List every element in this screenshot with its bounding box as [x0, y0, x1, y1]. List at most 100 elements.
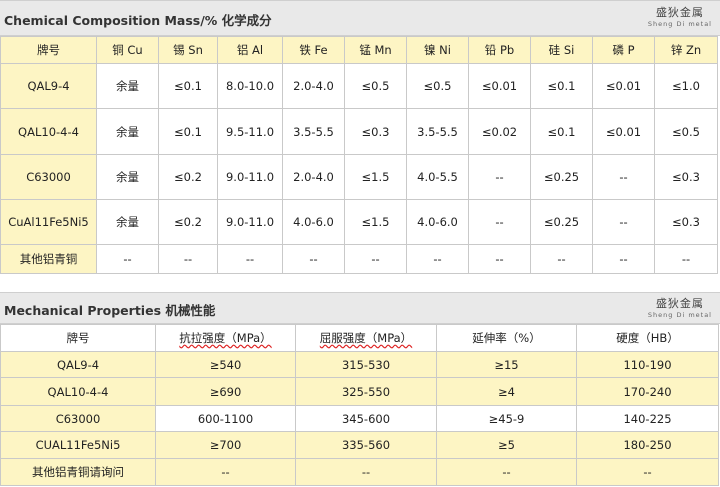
- table-cell: --: [155, 458, 296, 486]
- table-row: CUAL11Fe5Ni5 ≥700 335-560 ≥5 180-250: [0, 431, 719, 459]
- table-cell: 4.0-6.0: [282, 199, 345, 245]
- table-cell: ≤0.1: [158, 108, 218, 155]
- table-cell: --: [158, 244, 218, 274]
- col-header-grade: 牌号: [0, 36, 97, 64]
- table-cell: 170-240: [576, 377, 719, 406]
- brand-logo: 盛狄金属 Sheng Di metal: [648, 295, 712, 319]
- table-cell: 180-250: [576, 431, 719, 459]
- mechanical-header-row: 牌号 抗拉强度（MPa） 屈服强度（MPa） 延伸率（%） 硬度（HB）: [0, 324, 719, 352]
- col-header-elongation: 延伸率（%）: [436, 324, 577, 352]
- table-cell: ≤0.01: [592, 108, 655, 155]
- table-cell: 4.0-5.5: [406, 154, 469, 200]
- table-cell: --: [295, 458, 437, 486]
- col-header-p: 磷 P: [592, 36, 655, 64]
- col-header-fe: 铁 Fe: [282, 36, 345, 64]
- header-text: 屈服强度（MPa）: [319, 331, 413, 345]
- table-cell: --: [96, 244, 159, 274]
- table-cell: 9.5-11.0: [217, 108, 283, 155]
- table-row: 其他铝青铜请询问 -- -- -- --: [0, 458, 719, 486]
- table-cell: ≤0.3: [344, 108, 407, 155]
- table-cell: ≤0.1: [530, 63, 593, 109]
- table-cell: 余量: [96, 108, 159, 155]
- table-row: QAL9-4 余量 ≤0.1 8.0-10.0 2.0-4.0 ≤0.5 ≤0.…: [0, 63, 718, 109]
- table-cell: ≤1.0: [654, 63, 718, 109]
- table-cell: 2.0-4.0: [282, 63, 345, 109]
- col-header-yield: 屈服强度（MPa）: [295, 324, 437, 352]
- col-header-hardness: 硬度（HB）: [576, 324, 719, 352]
- table-cell: ≤0.01: [592, 63, 655, 109]
- table-row: QAL9-4 ≥540 315-530 ≥15 110-190: [0, 351, 719, 378]
- table-cell: ≤0.1: [158, 63, 218, 109]
- table-cell: ≤0.3: [654, 154, 718, 200]
- table-cell: QAL9-4: [0, 351, 156, 378]
- table-cell: 3.5-5.5: [406, 108, 469, 155]
- table-cell: ≤0.01: [468, 63, 531, 109]
- table-row: QAL10-4-4 余量 ≤0.1 9.5-11.0 3.5-5.5 ≤0.3 …: [0, 108, 718, 155]
- brand-name-cn: 盛狄金属: [655, 6, 704, 19]
- table-cell: 345-600: [295, 405, 437, 432]
- col-header-ni: 镍 Ni: [406, 36, 469, 64]
- table-cell: ≤0.02: [468, 108, 531, 155]
- table-cell: CuAl11Fe5Ni5: [0, 199, 97, 245]
- table-row: CuAl11Fe5Ni5 余量 ≤0.2 9.0-11.0 4.0-6.0 ≤1…: [0, 199, 718, 245]
- table-cell: --: [282, 244, 345, 274]
- composition-table: 牌号 铜 Cu 锡 Sn 铝 Al 铁 Fe 锰 Mn 镍 Ni 铅 Pb 硅 …: [0, 36, 718, 274]
- table-cell: ≤0.3: [654, 199, 718, 245]
- brand-name-cn: 盛狄金属: [655, 297, 704, 310]
- table-cell: ≤0.2: [158, 199, 218, 245]
- table-cell: C63000: [0, 154, 97, 200]
- table-cell: CUAL11Fe5Ni5: [0, 431, 156, 459]
- table-cell: 9.0-11.0: [217, 154, 283, 200]
- table-cell: 600-1100: [155, 405, 296, 432]
- col-header-sn: 锡 Sn: [158, 36, 218, 64]
- col-header-mn: 锰 Mn: [344, 36, 407, 64]
- col-header-pb: 铅 Pb: [468, 36, 531, 64]
- brand-name-en: Sheng Di metal: [647, 311, 712, 319]
- table-cell: 余量: [96, 154, 159, 200]
- table-cell: ≥15: [436, 351, 577, 378]
- table-row: C63000 600-1100 345-600 ≥45-9 140-225: [0, 405, 719, 432]
- table-cell: ≤0.1: [530, 108, 593, 155]
- table-cell: ≥690: [155, 377, 296, 406]
- table-cell: 其他铝青铜请询问: [0, 458, 156, 486]
- table-cell: 4.0-6.0: [406, 199, 469, 245]
- mechanical-title: Mechanical Properties 机械性能: [4, 303, 216, 318]
- table-cell: 315-530: [295, 351, 437, 378]
- table-cell: ≤1.5: [344, 199, 407, 245]
- col-header-grade: 牌号: [0, 324, 156, 352]
- table-cell: 140-225: [576, 405, 719, 432]
- table-cell: ≥540: [155, 351, 296, 378]
- table-cell: --: [530, 244, 593, 274]
- table-cell: --: [436, 458, 577, 486]
- table-cell: 110-190: [576, 351, 719, 378]
- col-header-zn: 锌 Zn: [654, 36, 718, 64]
- table-row: QAL10-4-4 ≥690 325-550 ≥4 170-240: [0, 377, 719, 406]
- table-cell: --: [654, 244, 718, 274]
- table-cell: --: [592, 244, 655, 274]
- table-cell: 335-560: [295, 431, 437, 459]
- table-cell: C63000: [0, 405, 156, 432]
- table-cell: 余量: [96, 63, 159, 109]
- table-cell: ≤0.5: [654, 108, 718, 155]
- col-header-cu: 铜 Cu: [96, 36, 159, 64]
- table-cell: 3.5-5.5: [282, 108, 345, 155]
- table-cell: ≤0.5: [406, 63, 469, 109]
- table-row: C63000 余量 ≤0.2 9.0-11.0 2.0-4.0 ≤1.5 4.0…: [0, 154, 718, 200]
- table-cell: 余量: [96, 199, 159, 245]
- header-text: 抗拉强度（MPa）: [179, 331, 272, 345]
- table-cell: QAL10-4-4: [0, 108, 97, 155]
- table-cell: ≤1.5: [344, 154, 407, 200]
- table-cell: --: [592, 199, 655, 245]
- table-cell: ≤0.5: [344, 63, 407, 109]
- table-cell: --: [468, 199, 531, 245]
- table-cell: --: [592, 154, 655, 200]
- table-cell: --: [406, 244, 469, 274]
- composition-header-row: 牌号 铜 Cu 锡 Sn 铝 Al 铁 Fe 锰 Mn 镍 Ni 铅 Pb 硅 …: [0, 36, 718, 64]
- composition-header-bar: Chemical Composition Mass/% 化学成分 盛狄金属 Sh…: [0, 0, 720, 36]
- table-cell: --: [468, 244, 531, 274]
- col-header-al: 铝 Al: [217, 36, 283, 64]
- table-cell: 9.0-11.0: [217, 199, 283, 245]
- table-cell: 8.0-10.0: [217, 63, 283, 109]
- brand-logo: 盛狄金属 Sheng Di metal: [648, 4, 712, 28]
- table-cell: QAL10-4-4: [0, 377, 156, 406]
